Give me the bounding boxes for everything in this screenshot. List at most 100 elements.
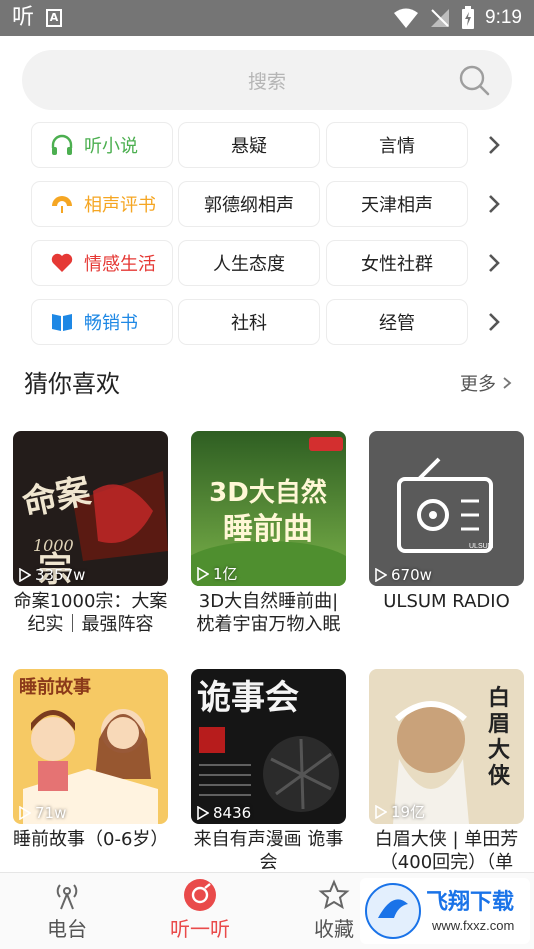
- watermark-logo-icon: [365, 883, 421, 939]
- more-label: 更多: [460, 374, 496, 395]
- category-row-crosstalk: 相声评书 郭德纲相声 天津相声: [31, 181, 511, 227]
- album-card[interactable]: 白 眉 大 侠 19亿 白眉大侠 | 单田芳（400回完）（单: [369, 669, 524, 874]
- chevron-right-icon[interactable]: [481, 250, 507, 276]
- radio-tower-icon: [56, 884, 78, 910]
- album-title[interactable]: 白眉大侠 | 单田芳（400回完）（单: [369, 828, 524, 874]
- category-row-novel: 听小说 悬疑 言情: [31, 122, 511, 168]
- subcategory-chip[interactable]: 郭德纲相声: [178, 181, 320, 227]
- chevron-right-icon: [503, 377, 512, 389]
- category-novel[interactable]: 听小说: [31, 122, 173, 168]
- heart-icon: [51, 253, 73, 272]
- wifi-icon: [394, 8, 419, 28]
- cover-art: 睡前故事: [13, 669, 168, 824]
- search-bar[interactable]: 搜索: [22, 50, 512, 110]
- album-title[interactable]: 来自有声漫画 诡事会: [191, 828, 346, 874]
- play-count-value: 19亿: [391, 803, 426, 821]
- subcategory-chip[interactable]: 社科: [178, 299, 320, 345]
- category-main-label: 相声评书: [84, 195, 156, 216]
- subcategory-chip[interactable]: 天津相声: [326, 181, 468, 227]
- play-count: 71w: [19, 804, 66, 822]
- svg-text:睡前曲: 睡前曲: [223, 512, 313, 547]
- subcategory-chip[interactable]: 悬疑: [178, 122, 320, 168]
- watermark: 飞翔下载 www.fxxz.com: [360, 878, 530, 944]
- play-count-value: 3357w: [35, 566, 86, 584]
- album-cover[interactable]: ULSUM 670w: [369, 431, 524, 586]
- play-count: 19亿: [375, 801, 425, 822]
- search-placeholder: 搜索: [247, 71, 286, 93]
- no-signal-icon: [431, 9, 450, 27]
- star-icon: [318, 879, 350, 910]
- album-cover[interactable]: 白 眉 大 侠 19亿: [369, 669, 524, 824]
- cover-art: 命案 1000 宗: [13, 431, 168, 586]
- album-card[interactable]: 命案 1000 宗 3357w 命案1000宗：大案纪实｜最强阵容: [13, 431, 168, 636]
- play-icon: [197, 806, 209, 820]
- subcategory-chip[interactable]: 人生态度: [178, 240, 320, 286]
- headphones-icon: [51, 134, 73, 155]
- cover-art: ULSUM: [369, 431, 524, 586]
- chevron-right-icon[interactable]: [481, 191, 507, 217]
- album-title[interactable]: ULSUM RADIO: [369, 590, 524, 636]
- album-title[interactable]: 命案1000宗：大案纪实｜最强阵容: [13, 590, 168, 636]
- play-icon: [375, 804, 387, 819]
- watermark-text: 飞翔下载: [426, 890, 515, 915]
- category-row-emotion: 情感生活 人生态度 女性社群: [31, 240, 511, 286]
- more-link[interactable]: 更多: [460, 370, 512, 396]
- battery-charging-icon: [462, 6, 475, 29]
- svg-text:白: 白: [488, 685, 510, 711]
- category-bestseller[interactable]: 畅销书: [31, 299, 173, 345]
- nav-listen[interactable]: 听一听: [150, 879, 250, 942]
- clock: 9:19: [485, 7, 522, 28]
- category-main-label: 听小说: [84, 136, 138, 157]
- category-row-bestseller: 畅销书 社科 经管: [31, 299, 511, 345]
- cover-art: 诡事会: [191, 669, 346, 824]
- play-count: 1亿: [197, 563, 238, 584]
- category-crosstalk[interactable]: 相声评书: [31, 181, 173, 227]
- chevron-right-icon[interactable]: [481, 309, 507, 335]
- section-title: 猜你喜欢: [24, 370, 120, 398]
- watermark-url: www.fxxz.com: [432, 918, 515, 933]
- svg-text:侠: 侠: [488, 763, 511, 789]
- album-cover[interactable]: 命案 1000 宗 3357w: [13, 431, 168, 586]
- album-title[interactable]: 睡前故事（0-6岁）: [13, 828, 168, 874]
- album-cover[interactable]: 3D大自然 睡前曲 1亿: [191, 431, 346, 586]
- album-cover[interactable]: 诡事会 8436: [191, 669, 346, 824]
- nav-label: 听一听: [170, 917, 230, 941]
- play-count-value: 8436: [213, 804, 252, 822]
- category-main-label: 情感生活: [84, 254, 156, 275]
- app-notification-icon: 听: [12, 5, 35, 30]
- chevron-right-icon[interactable]: [481, 132, 507, 158]
- svg-text:睡前故事: 睡前故事: [19, 676, 91, 698]
- a-notification-icon: A: [46, 9, 63, 27]
- album-card[interactable]: ULSUM 670w ULSUM RADIO: [369, 431, 524, 636]
- subcategory-chip[interactable]: 言情: [326, 122, 468, 168]
- album-card[interactable]: 3D大自然 睡前曲 1亿 3D大自然睡前曲|枕着宇宙万物入眠立体声无损享受: [191, 431, 346, 636]
- subcategory-chip[interactable]: 女性社群: [326, 240, 468, 286]
- fan-icon: [52, 196, 72, 213]
- svg-text:3D大自然: 3D大自然: [209, 477, 327, 508]
- svg-text:诡事会: 诡事会: [197, 678, 299, 718]
- play-count-value: 1亿: [213, 565, 238, 583]
- category-emotion[interactable]: 情感生活: [31, 240, 173, 286]
- play-count: 3357w: [19, 566, 85, 584]
- svg-text:大: 大: [488, 737, 510, 763]
- album-cover[interactable]: 睡前故事 71w: [13, 669, 168, 824]
- play-count-value: 670w: [391, 566, 432, 584]
- play-icon: [197, 566, 209, 581]
- play-disc-icon: [184, 879, 216, 911]
- nav-radio[interactable]: 电台: [17, 879, 117, 942]
- album-card[interactable]: 睡前故事 71w 睡前故事（0-6岁）: [13, 669, 168, 874]
- nav-label: 收藏: [314, 917, 354, 941]
- play-icon: [375, 568, 387, 582]
- category-main-label: 畅销书: [84, 313, 138, 334]
- search-icon[interactable]: [458, 64, 490, 96]
- status-bar: 听 A 9:19: [0, 0, 534, 36]
- subcategory-chip[interactable]: 经管: [326, 299, 468, 345]
- album-card[interactable]: 诡事会 8436 来自有声漫画 诡事会: [191, 669, 346, 874]
- cover-label: ULSUM: [469, 543, 494, 550]
- album-title[interactable]: 3D大自然睡前曲|枕着宇宙万物入眠立体声无损享受: [191, 590, 346, 636]
- play-count-value: 71w: [35, 804, 67, 822]
- nav-label: 电台: [47, 917, 87, 941]
- play-count: 670w: [375, 566, 432, 584]
- play-icon: [19, 568, 31, 582]
- book-icon: [52, 314, 72, 331]
